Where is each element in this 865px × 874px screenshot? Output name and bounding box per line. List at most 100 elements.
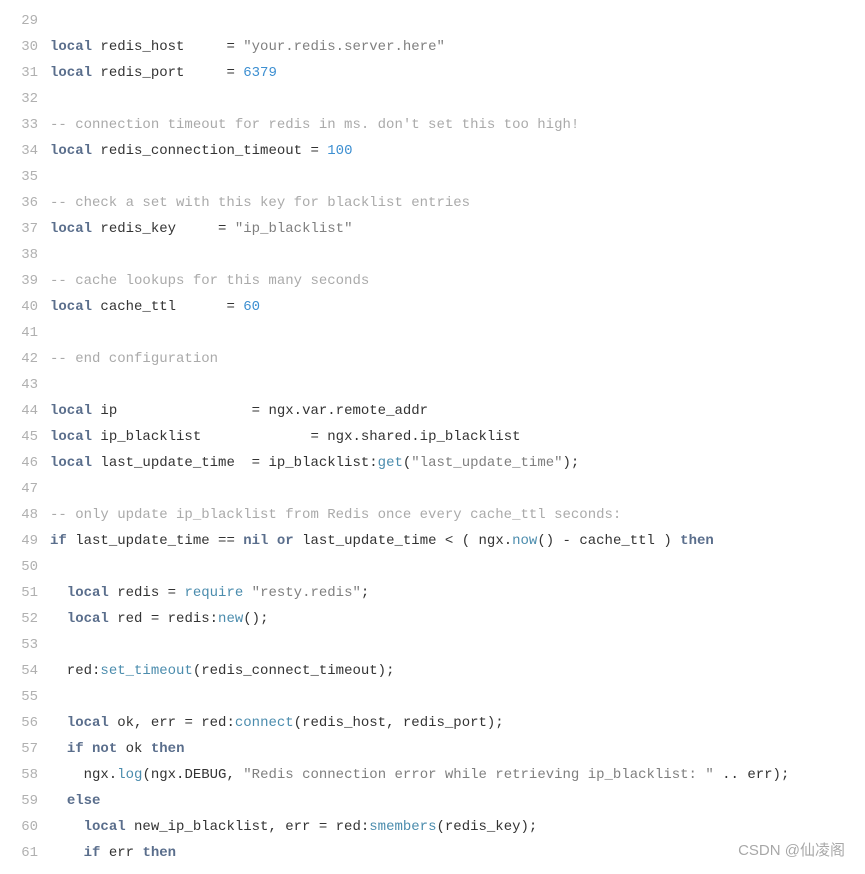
code-text: red:set_timeout(redis_connect_timeout); bbox=[50, 658, 865, 684]
line-number: 45 bbox=[0, 424, 50, 450]
code-line: 37local redis_key = "ip_blacklist" bbox=[0, 216, 865, 242]
code-text: if not ok then bbox=[50, 736, 865, 762]
code-text: local redis_connection_timeout = 100 bbox=[50, 138, 865, 164]
code-text: -- only update ip_blacklist from Redis o… bbox=[50, 502, 865, 528]
code-text: local ok, err = red:connect(redis_host, … bbox=[50, 710, 865, 736]
line-number: 43 bbox=[0, 372, 50, 398]
code-line: 30local redis_host = "your.redis.server.… bbox=[0, 34, 865, 60]
code-line: 48-- only update ip_blacklist from Redis… bbox=[0, 502, 865, 528]
code-text bbox=[50, 86, 865, 112]
line-number: 47 bbox=[0, 476, 50, 502]
code-text: -- end configuration bbox=[50, 346, 865, 372]
code-text: local redis_key = "ip_blacklist" bbox=[50, 216, 865, 242]
code-line: 31local redis_port = 6379 bbox=[0, 60, 865, 86]
code-line: 56 local ok, err = red:connect(redis_hos… bbox=[0, 710, 865, 736]
code-text: -- cache lookups for this many seconds bbox=[50, 268, 865, 294]
code-text: if err then bbox=[50, 840, 865, 866]
code-line: 42-- end configuration bbox=[0, 346, 865, 372]
line-number: 55 bbox=[0, 684, 50, 710]
code-line: 39-- cache lookups for this many seconds bbox=[0, 268, 865, 294]
code-line: 45local ip_blacklist = ngx.shared.ip_bla… bbox=[0, 424, 865, 450]
line-number: 51 bbox=[0, 580, 50, 606]
code-text: local new_ip_blacklist, err = red:smembe… bbox=[50, 814, 865, 840]
code-text bbox=[50, 8, 865, 34]
code-text: local redis_port = 6379 bbox=[50, 60, 865, 86]
code-line: 54 red:set_timeout(redis_connect_timeout… bbox=[0, 658, 865, 684]
code-line: 55 bbox=[0, 684, 865, 710]
line-number: 35 bbox=[0, 164, 50, 190]
code-line: 35 bbox=[0, 164, 865, 190]
code-text bbox=[50, 164, 865, 190]
code-text: -- connection timeout for redis in ms. d… bbox=[50, 112, 865, 138]
line-number: 37 bbox=[0, 216, 50, 242]
line-number: 39 bbox=[0, 268, 50, 294]
code-editor: 2930local redis_host = "your.redis.serve… bbox=[0, 0, 865, 874]
code-line: 46local last_update_time = ip_blacklist:… bbox=[0, 450, 865, 476]
line-number: 44 bbox=[0, 398, 50, 424]
line-number: 61 bbox=[0, 840, 50, 866]
code-line: 43 bbox=[0, 372, 865, 398]
code-line: 50 bbox=[0, 554, 865, 580]
code-text: else bbox=[50, 788, 865, 814]
code-text: local red = redis:new(); bbox=[50, 606, 865, 632]
code-text bbox=[50, 684, 865, 710]
code-line: 52 local red = redis:new(); bbox=[0, 606, 865, 632]
line-number: 46 bbox=[0, 450, 50, 476]
line-number: 36 bbox=[0, 190, 50, 216]
line-number: 58 bbox=[0, 762, 50, 788]
line-number: 38 bbox=[0, 242, 50, 268]
line-number: 41 bbox=[0, 320, 50, 346]
code-text: local redis_host = "your.redis.server.he… bbox=[50, 34, 865, 60]
code-line: 34local redis_connection_timeout = 100 bbox=[0, 138, 865, 164]
code-text bbox=[50, 372, 865, 398]
line-number: 60 bbox=[0, 814, 50, 840]
code-text bbox=[50, 554, 865, 580]
code-text: local cache_ttl = 60 bbox=[50, 294, 865, 320]
code-text bbox=[50, 320, 865, 346]
code-line: 51 local redis = require "resty.redis"; bbox=[0, 580, 865, 606]
code-line: 57 if not ok then bbox=[0, 736, 865, 762]
code-line: 59 else bbox=[0, 788, 865, 814]
code-text: ngx.log(ngx.DEBUG, "Redis connection err… bbox=[50, 762, 865, 788]
line-number: 48 bbox=[0, 502, 50, 528]
code-text bbox=[50, 476, 865, 502]
line-number: 34 bbox=[0, 138, 50, 164]
line-number: 57 bbox=[0, 736, 50, 762]
code-text: local last_update_time = ip_blacklist:ge… bbox=[50, 450, 865, 476]
line-number: 33 bbox=[0, 112, 50, 138]
line-number: 59 bbox=[0, 788, 50, 814]
code-line: 53 bbox=[0, 632, 865, 658]
line-number: 49 bbox=[0, 528, 50, 554]
code-text bbox=[50, 242, 865, 268]
line-number: 40 bbox=[0, 294, 50, 320]
code-text: local ip_blacklist = ngx.shared.ip_black… bbox=[50, 424, 865, 450]
code-line: 40local cache_ttl = 60 bbox=[0, 294, 865, 320]
code-text bbox=[50, 632, 865, 658]
line-number: 31 bbox=[0, 60, 50, 86]
code-text: -- check a set with this key for blackli… bbox=[50, 190, 865, 216]
line-number: 30 bbox=[0, 34, 50, 60]
code-line: 60 local new_ip_blacklist, err = red:sme… bbox=[0, 814, 865, 840]
line-number: 54 bbox=[0, 658, 50, 684]
code-line: 33-- connection timeout for redis in ms.… bbox=[0, 112, 865, 138]
line-number: 56 bbox=[0, 710, 50, 736]
line-number: 50 bbox=[0, 554, 50, 580]
code-text: local redis = require "resty.redis"; bbox=[50, 580, 865, 606]
code-line: 49if last_update_time == nil or last_upd… bbox=[0, 528, 865, 554]
line-number: 52 bbox=[0, 606, 50, 632]
code-line: 47 bbox=[0, 476, 865, 502]
code-text: local ip = ngx.var.remote_addr bbox=[50, 398, 865, 424]
code-line: 38 bbox=[0, 242, 865, 268]
code-text: if last_update_time == nil or last_updat… bbox=[50, 528, 865, 554]
code-line: 32 bbox=[0, 86, 865, 112]
line-number: 32 bbox=[0, 86, 50, 112]
code-line: 61 if err then bbox=[0, 840, 865, 866]
line-number: 42 bbox=[0, 346, 50, 372]
line-number: 29 bbox=[0, 8, 50, 34]
code-line: 36-- check a set with this key for black… bbox=[0, 190, 865, 216]
code-line: 44local ip = ngx.var.remote_addr bbox=[0, 398, 865, 424]
code-line: 29 bbox=[0, 8, 865, 34]
line-number: 53 bbox=[0, 632, 50, 658]
code-line: 41 bbox=[0, 320, 865, 346]
code-line: 58 ngx.log(ngx.DEBUG, "Redis connection … bbox=[0, 762, 865, 788]
